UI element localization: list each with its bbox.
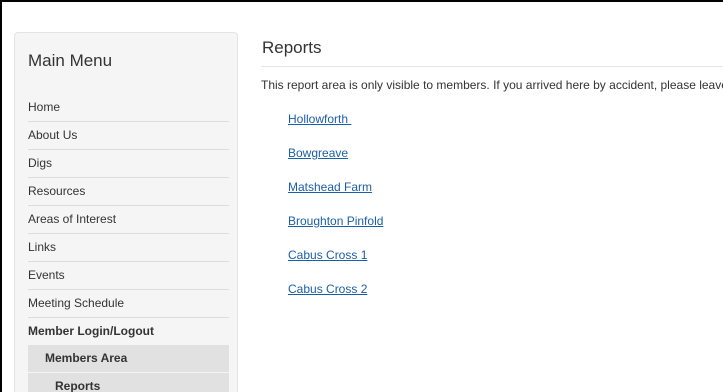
sidebar-item-reports[interactable]: Reports	[28, 373, 229, 392]
sidebar-item-resources[interactable]: Resources	[28, 178, 229, 206]
report-links: Hollowforth Bowgreave Matshead Farm Brou…	[288, 110, 383, 314]
sidebar-item-about-us[interactable]: About Us	[28, 122, 229, 150]
sidebar-item-digs[interactable]: Digs	[28, 150, 229, 178]
sidebar-item-areas-of-interest[interactable]: Areas of Interest	[28, 206, 229, 234]
title-divider	[261, 66, 723, 67]
sidebar-item-links[interactable]: Links	[28, 234, 229, 262]
report-link-bowgreave[interactable]: Bowgreave	[288, 146, 348, 160]
main-menu: Home About Us Digs Resources Areas of In…	[28, 94, 229, 392]
report-link-matshead-farm[interactable]: Matshead Farm	[288, 180, 372, 194]
page-frame: Main Menu Home About Us Digs Resources A…	[2, 2, 723, 392]
report-link-cabus-cross-2[interactable]: Cabus Cross 2	[288, 282, 367, 296]
list-item: Hollowforth	[288, 110, 383, 144]
report-link-cabus-cross-1[interactable]: Cabus Cross 1	[288, 248, 367, 262]
report-link-hollowforth[interactable]: Hollowforth	[288, 112, 351, 126]
page-title: Reports	[262, 38, 322, 57]
list-item: Bowgreave	[288, 144, 383, 178]
sidebar-title: Main Menu	[28, 51, 113, 70]
sidebar-item-member-login-logout[interactable]: Member Login/Logout	[28, 318, 229, 345]
list-item: Broughton Pinfold	[288, 212, 383, 246]
members-notice: This report area is only visible to memb…	[261, 78, 723, 92]
sidebar-item-members-area[interactable]: Members Area	[28, 345, 229, 373]
sidebar-item-home[interactable]: Home	[28, 94, 229, 122]
list-item: Cabus Cross 1	[288, 246, 383, 280]
sidebar: Main Menu Home About Us Digs Resources A…	[14, 32, 238, 392]
list-item: Cabus Cross 2	[288, 280, 383, 314]
sidebar-item-events[interactable]: Events	[28, 262, 229, 290]
sidebar-item-meeting-schedule[interactable]: Meeting Schedule	[28, 290, 229, 318]
report-link-broughton-pinfold[interactable]: Broughton Pinfold	[288, 214, 383, 228]
list-item: Matshead Farm	[288, 178, 383, 212]
